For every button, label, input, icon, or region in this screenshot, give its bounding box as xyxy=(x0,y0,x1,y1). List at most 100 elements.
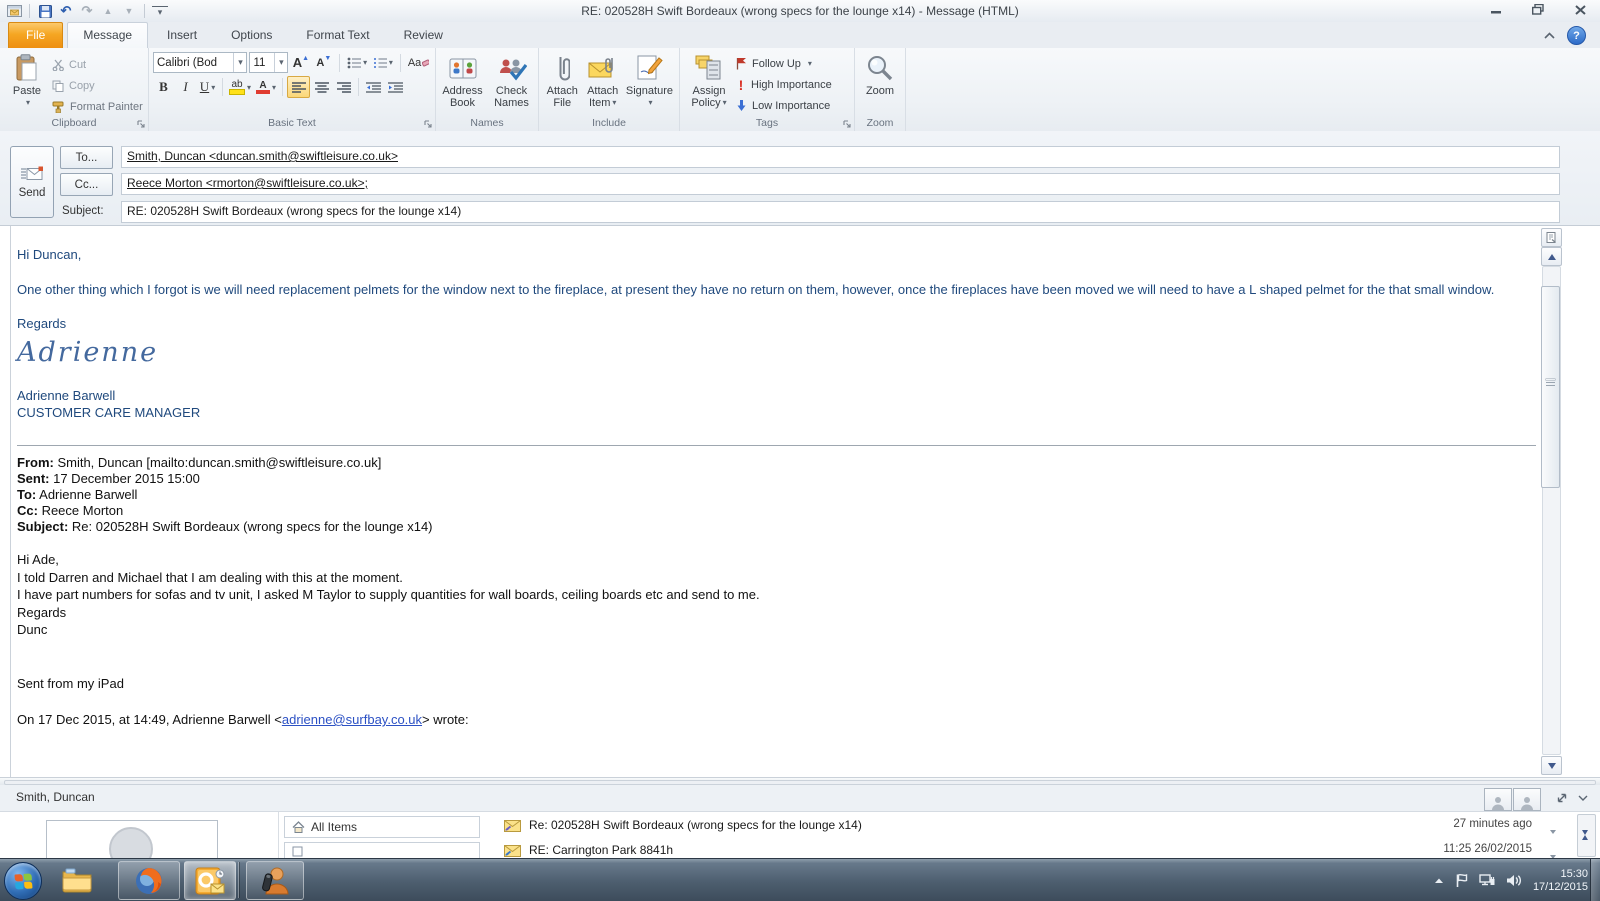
dropdown-arrow-icon: ▾ xyxy=(25,98,30,107)
low-importance-button[interactable]: Low Importance xyxy=(734,96,832,115)
clipboard-group-label: Clipboard xyxy=(0,116,148,131)
scroll-down-button[interactable] xyxy=(1541,756,1562,775)
address-book-button[interactable]: Address Book xyxy=(440,51,485,116)
people-list-scrollbar[interactable] xyxy=(1577,814,1596,857)
tab-file[interactable]: File xyxy=(8,22,64,48)
network-icon[interactable] xyxy=(1479,873,1495,887)
customize-qat-button[interactable]: ▾ xyxy=(152,5,168,17)
combo-arrow-icon[interactable]: ▾ xyxy=(274,53,287,72)
help-button[interactable]: ? xyxy=(1567,26,1586,45)
people-pane-menu-icon[interactable] xyxy=(1578,795,1588,801)
text-highlight-button[interactable]: ab ▾ xyxy=(227,77,253,97)
action-center-flag-icon[interactable] xyxy=(1455,873,1468,888)
zoom-button[interactable]: Zoom xyxy=(859,51,901,116)
combo-arrow-icon[interactable]: ▾ xyxy=(233,53,246,72)
show-desktop-button[interactable] xyxy=(1590,859,1600,901)
bold-button[interactable]: B xyxy=(153,77,174,97)
dropdown-arrow-icon: ▾ xyxy=(612,98,617,107)
grow-font-button[interactable]: A ▲ xyxy=(290,53,311,73)
tab-partial[interactable] xyxy=(284,842,480,859)
align-center-button[interactable] xyxy=(311,77,332,97)
start-button[interactable] xyxy=(4,862,42,900)
font-color-button[interactable]: A ▾ xyxy=(254,77,278,97)
tags-dialog-launcher-icon[interactable] xyxy=(843,120,852,129)
attach-item-button[interactable]: Attach Item ▾ xyxy=(583,51,621,116)
volume-icon[interactable] xyxy=(1506,874,1522,887)
next-item-button[interactable]: ▼ xyxy=(121,3,137,19)
cc-field[interactable]: Reece Morton <rmorton@swiftleisure.co.uk… xyxy=(121,173,1560,195)
include-group-label: Include xyxy=(592,117,626,129)
font-name-combo[interactable]: Calibri (Bod ▾ xyxy=(153,52,248,73)
bullets-button[interactable]: ▾ xyxy=(345,53,369,73)
scroll-up-button[interactable] xyxy=(1541,247,1562,266)
firefox-taskbar-button[interactable] xyxy=(118,861,180,900)
title-bar: ↶ ↷ ▲ ▼ ▾ RE: 020528H Swift Bordeaux (wr… xyxy=(0,0,1600,23)
align-right-button[interactable] xyxy=(333,77,354,97)
communicator-taskbar-button[interactable] xyxy=(246,861,304,900)
check-names-icon xyxy=(497,53,527,83)
signature-button[interactable]: Signature ▾ xyxy=(624,51,675,116)
body-scrollbar[interactable] xyxy=(1541,228,1562,775)
paste-button[interactable]: Paste ▾ xyxy=(4,51,50,116)
tab-options[interactable]: Options xyxy=(216,23,287,48)
attach-file-button[interactable]: Attach File xyxy=(543,51,581,116)
follow-up-flag-icon xyxy=(736,57,747,70)
paste-icon xyxy=(15,53,39,83)
show-hidden-icons-button[interactable] xyxy=(1434,877,1444,884)
message-body-area[interactable]: Hi Duncan, One other thing which I forgo… xyxy=(0,225,1600,778)
to-button[interactable]: To... xyxy=(60,146,113,169)
tab-all-items[interactable]: All Items xyxy=(284,816,480,838)
contact-photo-button[interactable] xyxy=(1513,788,1541,811)
quoted-line: I have part numbers for sofas and tv uni… xyxy=(17,587,760,602)
previous-item-button[interactable]: ▲ xyxy=(100,3,116,19)
align-left-button[interactable] xyxy=(287,76,311,98)
cc-button[interactable]: Cc... xyxy=(60,173,113,196)
clear-formatting-button[interactable]: Aa xyxy=(406,53,431,73)
closing-line: Regards xyxy=(17,316,67,331)
basic-text-dialog-launcher-icon[interactable] xyxy=(424,120,433,129)
undo-button[interactable]: ↶ xyxy=(58,3,74,19)
send-button[interactable]: Send xyxy=(10,146,54,218)
subject-field[interactable]: RE: 020528H Swift Bordeaux (wrong specs … xyxy=(121,201,1560,223)
contact-photo-button[interactable] xyxy=(1484,788,1512,811)
shrink-font-button[interactable]: A ▼ xyxy=(313,53,334,73)
email-link[interactable]: adrienne@surfbay.co.uk xyxy=(282,712,422,727)
cut-button[interactable]: Cut xyxy=(50,55,143,74)
italic-button[interactable]: I xyxy=(175,77,196,97)
item-dropdown-icon[interactable] xyxy=(1550,821,1556,839)
assign-policy-button[interactable]: Assign Policy ▾ xyxy=(684,51,734,116)
follow-up-button[interactable]: Follow Up ▾ xyxy=(734,54,832,73)
outlook-taskbar-button[interactable] xyxy=(184,861,236,900)
expand-people-pane-icon[interactable] xyxy=(1556,792,1568,804)
tab-review[interactable]: Review xyxy=(389,23,458,48)
check-names-button[interactable]: Check Names xyxy=(489,51,534,116)
tab-message[interactable]: Message xyxy=(67,22,149,49)
taskbar-clock[interactable]: 15:30 17/12/2015 xyxy=(1533,867,1588,894)
scroll-thumb[interactable] xyxy=(1541,286,1560,488)
numbering-button[interactable]: ▾ xyxy=(371,53,395,73)
redo-button[interactable]: ↷ xyxy=(79,3,95,19)
increase-indent-button[interactable] xyxy=(385,77,406,97)
clipboard-dialog-launcher-icon[interactable] xyxy=(137,120,146,129)
font-size-combo[interactable]: 11 ▾ xyxy=(249,52,289,73)
decrease-indent-button[interactable] xyxy=(363,77,384,97)
format-painter-button[interactable]: Format Painter xyxy=(50,97,143,116)
people-pane: Smith, Duncan All Items Re: 020528H Swif… xyxy=(0,785,1600,882)
explorer-taskbar-icon[interactable] xyxy=(58,863,98,897)
underline-button[interactable]: U ▾ xyxy=(197,77,218,97)
people-pane-content: All Items Re: 020528H Swift Bordeaux (wr… xyxy=(0,811,1600,882)
close-button[interactable] xyxy=(1566,2,1594,17)
save-button[interactable] xyxy=(37,3,53,19)
to-field[interactable]: Smith, Duncan <duncan.smith@swiftleisure… xyxy=(121,146,1560,168)
tab-insert[interactable]: Insert xyxy=(152,23,212,48)
taskbar-separator xyxy=(238,862,239,898)
quoted-line: Dunc xyxy=(17,622,48,637)
copy-button[interactable]: Copy xyxy=(50,76,143,95)
restore-button[interactable] xyxy=(1524,2,1552,17)
minimize-ribbon-icon[interactable] xyxy=(1544,32,1555,39)
scroll-down-icon[interactable] xyxy=(1582,830,1588,853)
tab-format-text[interactable]: Format Text xyxy=(291,23,384,48)
high-importance-button[interactable]: ! High Importance xyxy=(734,75,832,94)
page-split-button[interactable] xyxy=(1541,228,1562,247)
minimize-button[interactable] xyxy=(1482,2,1510,17)
